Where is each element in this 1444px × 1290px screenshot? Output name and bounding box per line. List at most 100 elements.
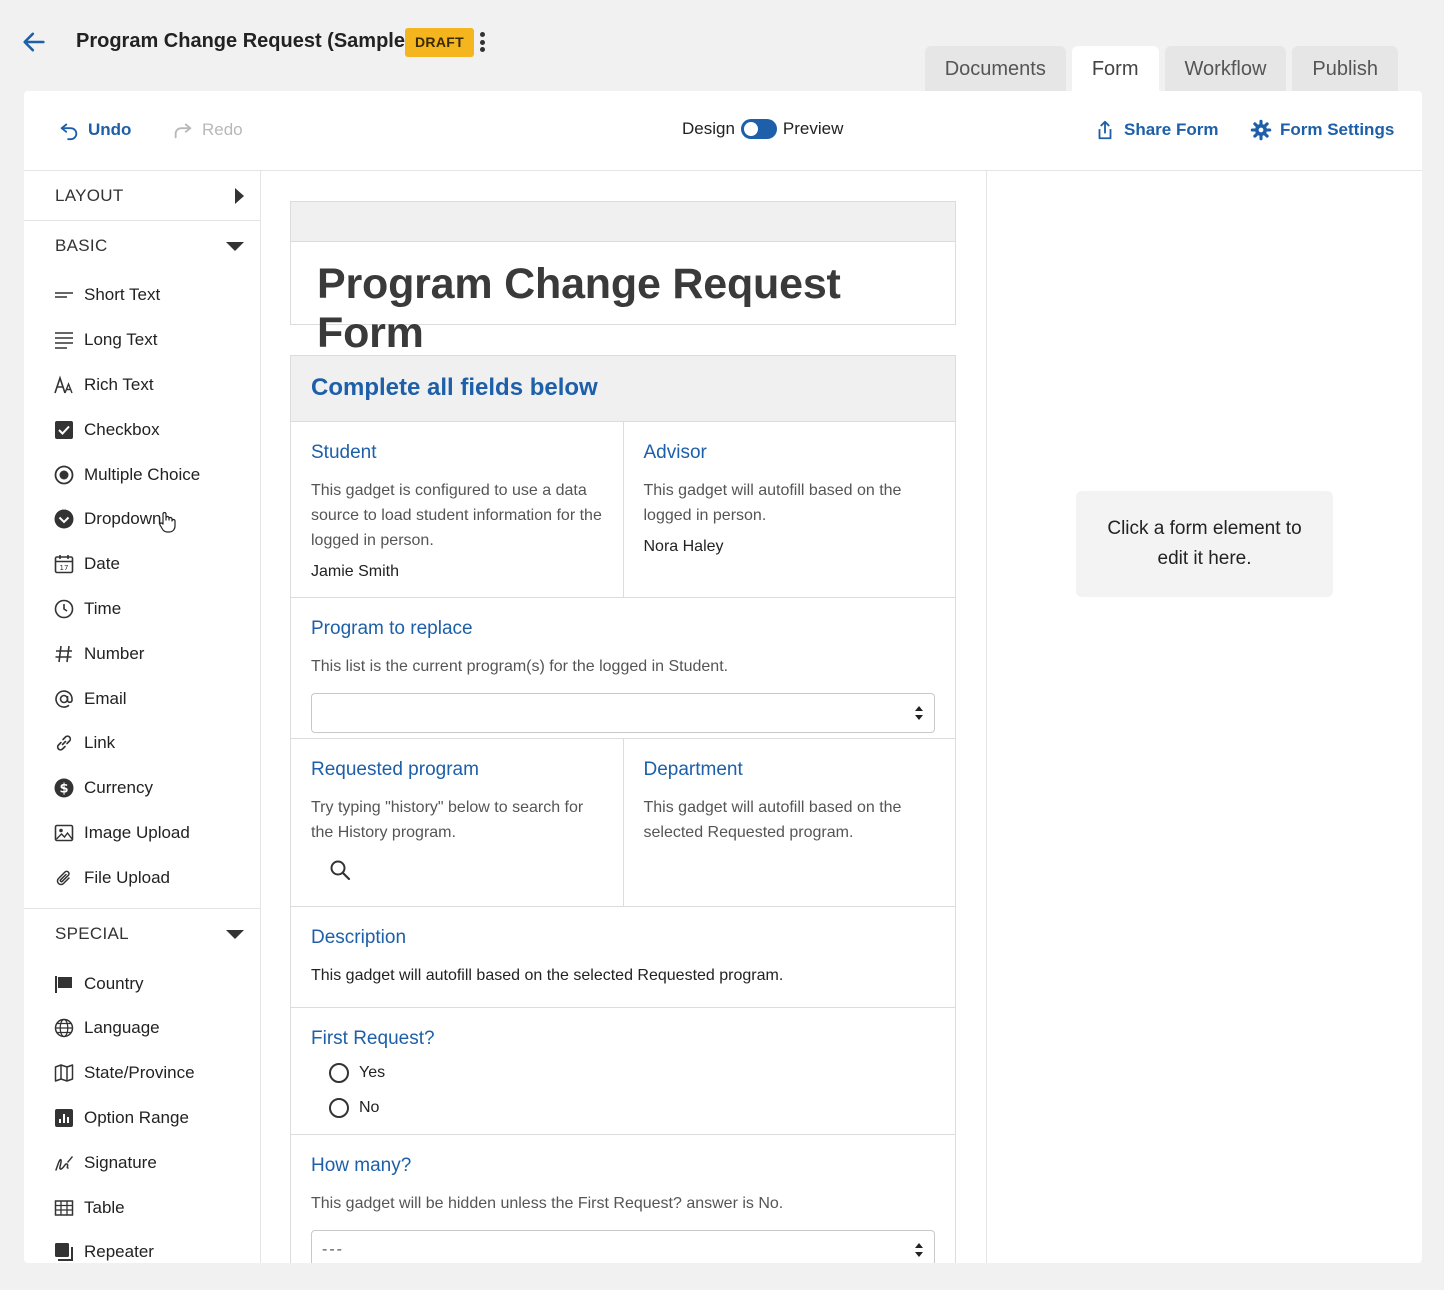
program-to-replace-field[interactable]: Program to replace This list is the curr… (291, 598, 955, 738)
basic-items: Short Text Long Text Rich Text Checkbox … (24, 271, 260, 910)
palette-item-currency[interactable]: $ Currency (24, 766, 260, 811)
palette-item-option-range[interactable]: Option Range (24, 1096, 260, 1141)
palette-item-label: Country (84, 973, 144, 993)
signature-icon (54, 1153, 74, 1173)
palette-item-label: File Upload (84, 867, 170, 887)
palette-item-label: Option Range (84, 1107, 189, 1127)
calendar-icon: 17 (54, 554, 74, 574)
palette-item-long-text[interactable]: Long Text (24, 318, 260, 363)
field-label: Requested program (311, 759, 479, 780)
field-hint: This gadget will autofill based on the s… (643, 799, 902, 841)
form-title-block[interactable]: Program Change Request Form (290, 201, 956, 357)
title-drag-handle[interactable] (291, 202, 955, 242)
redo-button[interactable]: Redo (172, 119, 243, 141)
section-title: Complete all fields below (291, 356, 955, 422)
empty-panel-hint: Click a form element to edit it here. (1076, 491, 1333, 597)
undo-button[interactable]: Undo (58, 119, 131, 141)
field-value: Jamie Smith (311, 563, 400, 580)
palette-item-dropdown[interactable]: Dropdown (24, 497, 260, 542)
radio-option-no[interactable]: No (329, 1095, 935, 1120)
requested-program-field[interactable]: Requested program Try typing "history" b… (291, 739, 623, 906)
palette-item-repeater[interactable]: Repeater (24, 1230, 260, 1263)
more-options-icon[interactable] (474, 29, 490, 55)
special-items: Country Language State/Province Option R… (24, 959, 260, 1263)
repeater-icon (54, 1242, 74, 1262)
palette-item-time[interactable]: Time (24, 587, 260, 632)
special-section-header[interactable]: SPECIAL (24, 909, 260, 959)
search-icon[interactable] (329, 859, 351, 881)
palette-item-label: Signature (84, 1152, 157, 1172)
field-label: Student (311, 442, 377, 463)
share-form-label: Share Form (1124, 120, 1219, 139)
back-arrow-icon[interactable] (20, 28, 48, 56)
how-many-field[interactable]: How many? This gadget will be hidden unl… (291, 1135, 955, 1263)
palette-item-file-upload[interactable]: File Upload (24, 855, 260, 900)
palette-item-table[interactable]: Table (24, 1185, 260, 1230)
design-preview-toggle[interactable] (740, 119, 777, 139)
student-field[interactable]: Student This gadget is configured to use… (291, 422, 623, 597)
description-field[interactable]: Description This gadget will autofill ba… (291, 907, 955, 1007)
radio-button[interactable] (329, 1097, 349, 1118)
long-text-icon (54, 330, 74, 350)
radio-icon (54, 465, 74, 485)
palette-item-link[interactable]: Link (24, 721, 260, 766)
share-form-button[interactable]: Share Form (1094, 119, 1218, 141)
radio-option-yes[interactable]: Yes (329, 1060, 935, 1085)
form-builder-card: Undo Redo Design Preview Share Form Form… (24, 91, 1422, 1263)
select-arrows-icon (915, 1243, 923, 1257)
field-label: Advisor (643, 442, 707, 463)
palette-item-checkbox[interactable]: Checkbox (24, 407, 260, 452)
palette-item-label: Repeater (84, 1242, 154, 1262)
palette-item-state-province[interactable]: State/Province (24, 1051, 260, 1096)
form-section[interactable]: Complete all fields below Student This g… (290, 355, 956, 1263)
advisor-field[interactable]: Advisor This gadget will autofill based … (622, 422, 956, 597)
palette-item-number[interactable]: Number (24, 631, 260, 676)
how-many-select[interactable]: --- (311, 1230, 935, 1263)
tab-publish[interactable]: Publish (1292, 46, 1398, 92)
palette-item-country[interactable]: Country (24, 961, 260, 1006)
tab-workflow[interactable]: Workflow (1164, 46, 1287, 92)
select-arrows-icon (915, 706, 923, 720)
dollar-icon: $ (54, 778, 74, 798)
field-label: How many? (311, 1155, 412, 1176)
layout-section-label: LAYOUT (55, 185, 124, 205)
palette-item-label: Checkbox (84, 419, 160, 439)
program-select[interactable] (311, 693, 935, 733)
form-settings-label: Form Settings (1280, 120, 1395, 139)
palette-item-signature[interactable]: Signature (24, 1140, 260, 1185)
redo-label: Redo (202, 120, 243, 139)
first-request-field[interactable]: First Request? Yes No (291, 1008, 955, 1134)
special-section-label: SPECIAL (55, 924, 129, 944)
undo-icon (60, 123, 78, 141)
palette-item-date[interactable]: 17 Date (24, 542, 260, 587)
basic-section-label: BASIC (55, 236, 108, 255)
tab-documents[interactable]: Documents (924, 46, 1066, 92)
palette-item-short-text[interactable]: Short Text (24, 273, 260, 318)
palette-item-language[interactable]: Language (24, 1006, 260, 1051)
layout-section-header[interactable]: LAYOUT (24, 171, 260, 221)
flag-icon (54, 974, 74, 994)
tab-form[interactable]: Form (1071, 46, 1159, 92)
radio-button[interactable] (329, 1062, 349, 1083)
department-field[interactable]: Department This gadget will autofill bas… (622, 739, 956, 906)
undo-label: Undo (88, 120, 132, 139)
at-icon (54, 689, 74, 709)
form-title: Program Change Request Form (317, 260, 841, 357)
radio-label: Yes (359, 1063, 386, 1081)
palette-item-multiple-choice[interactable]: Multiple Choice (24, 452, 260, 497)
palette-item-label: Date (84, 554, 120, 574)
element-palette: LAYOUT BASIC Short Text Long Text Rich T… (24, 171, 261, 1263)
link-icon (54, 733, 74, 753)
palette-item-rich-text[interactable]: Rich Text (24, 363, 260, 408)
field-label: First Request? (311, 1028, 435, 1049)
palette-item-label: Dropdown (84, 509, 162, 529)
palette-item-email[interactable]: Email (24, 676, 260, 721)
palette-item-image-upload[interactable]: Image Upload (24, 811, 260, 856)
rich-text-icon (54, 375, 74, 395)
form-settings-button[interactable]: Form Settings (1250, 119, 1394, 141)
image-icon (54, 823, 74, 843)
field-hint: This gadget will autofill based on the l… (643, 482, 902, 524)
field-label: Description (311, 927, 407, 948)
palette-item-label: Table (84, 1197, 125, 1217)
basic-section-header[interactable]: BASIC (24, 221, 260, 271)
